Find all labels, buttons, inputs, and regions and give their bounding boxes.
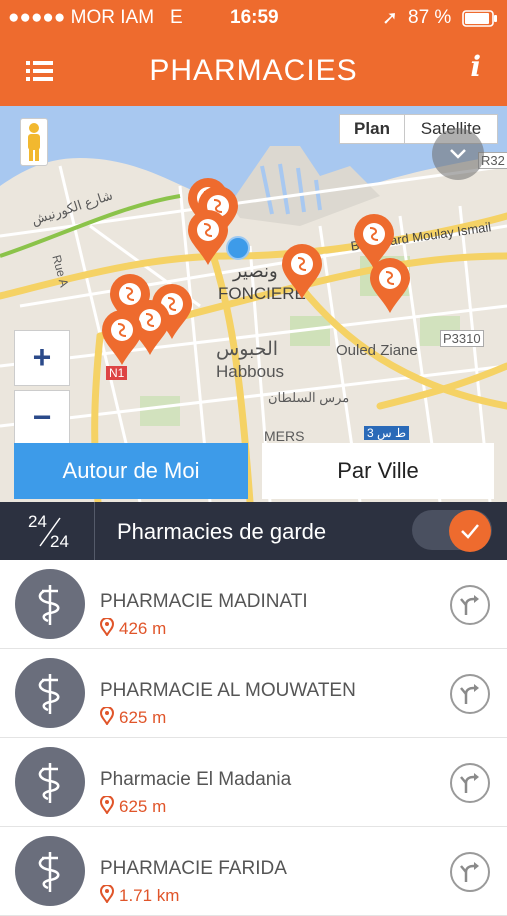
nav-bar: PHARMACIES i	[0, 36, 507, 106]
pharmacy-list: PHARMACIE MADINATI 426 m PHARMACIE AL MOUW…	[0, 560, 507, 916]
map-label-p3310: P3310	[440, 330, 484, 347]
pharmacy-distance: 426 m	[99, 617, 167, 641]
pharmacy-pin-icon[interactable]	[280, 244, 324, 300]
pharmacy-row[interactable]: Pharmacie El Madania 625 m	[0, 738, 507, 827]
distance-value: 625 m	[119, 796, 167, 816]
pharmacy-row[interactable]: PHARMACIE FARIDA 1.71 km	[0, 827, 507, 916]
map-label-foncier-ar: ونصير	[233, 261, 278, 281]
status-bar: ●●●●● MOR IAM E 16:59 ➚ 87 %	[0, 0, 507, 36]
pharmacy-pin-icon[interactable]	[186, 210, 230, 266]
garde-bar: 24 24 Pharmacies de garde	[0, 502, 507, 560]
map-label-mers: MERS	[264, 428, 305, 444]
map-label-habbous-ar: الحبوس	[216, 339, 279, 360]
zoom-out-button[interactable]: −	[14, 390, 70, 446]
check-icon	[449, 510, 491, 552]
pharmacy-distance: 1.71 km	[99, 884, 180, 908]
tab-par-ville[interactable]: Par Ville	[262, 443, 494, 499]
pharmacy-name: PHARMACIE FARIDA	[100, 858, 287, 879]
distance-value: 426 m	[119, 618, 167, 638]
battery-percent: 87 %	[408, 7, 452, 28]
pharmacy-name: Pharmacie El Madania	[100, 769, 292, 790]
garde-counter: 24 24	[8, 510, 90, 554]
garde-toggle[interactable]	[412, 510, 492, 552]
map-label-ouled-ziane: Ouled Ziane	[336, 342, 418, 359]
pharmacy-distance: 625 m	[99, 706, 167, 730]
clock: 16:59	[230, 7, 279, 28]
location-pin-icon	[99, 706, 115, 730]
pharmacy-pin-icon[interactable]	[100, 310, 144, 366]
page-title: PHARMACIES	[149, 54, 358, 87]
directions-icon[interactable]	[450, 763, 490, 803]
directions-icon[interactable]	[450, 852, 490, 892]
pharmacy-name: PHARMACIE MADINATI	[100, 591, 308, 612]
distance-value: 1.71 km	[119, 885, 180, 905]
tab-autour-de-moi[interactable]: Autour de Moi	[14, 443, 248, 499]
pharmacy-caduceus-icon	[15, 836, 85, 906]
directions-icon[interactable]	[450, 585, 490, 625]
location-pin-icon	[99, 795, 115, 819]
info-icon[interactable]: i	[470, 50, 481, 83]
distance-value: 625 m	[119, 707, 167, 727]
location-arrow-icon: ➚	[382, 8, 398, 29]
pharmacy-caduceus-icon	[15, 747, 85, 817]
map-label-ts3: ط س 3	[364, 426, 410, 440]
pharmacy-row[interactable]: PHARMACIE MADINATI 426 m	[0, 560, 507, 649]
battery-icon	[462, 10, 498, 33]
pharmacy-caduceus-icon	[15, 569, 85, 639]
carrier-label: ●●●●● MOR IAM	[8, 7, 155, 28]
zoom-in-button[interactable]: +	[14, 330, 70, 386]
pharmacy-pin-icon[interactable]	[368, 258, 412, 314]
pharmacy-name: PHARMACIE AL MOUWATEN	[100, 680, 356, 701]
counter-bottom: 24	[50, 532, 69, 551]
map-label-mers-ar: مرس السلطان	[268, 390, 350, 405]
street-view-pegman-icon[interactable]	[20, 118, 48, 166]
pharmacy-row[interactable]: PHARMACIE AL MOUWATEN 625 m	[0, 649, 507, 738]
map-label-n1: N1	[106, 366, 128, 380]
divider	[94, 502, 95, 560]
pharmacy-distance: 625 m	[99, 795, 167, 819]
location-pin-icon	[99, 884, 115, 908]
map-type-plan-button[interactable]: Plan	[339, 114, 405, 144]
chevron-down-icon[interactable]	[432, 128, 484, 180]
location-pin-icon	[99, 617, 115, 641]
directions-icon[interactable]	[450, 674, 490, 714]
map-label-habbous: Habbous	[216, 362, 285, 381]
pharmacy-caduceus-icon	[15, 658, 85, 728]
network-label: E	[170, 7, 183, 28]
garde-label: Pharmacies de garde	[117, 519, 327, 544]
